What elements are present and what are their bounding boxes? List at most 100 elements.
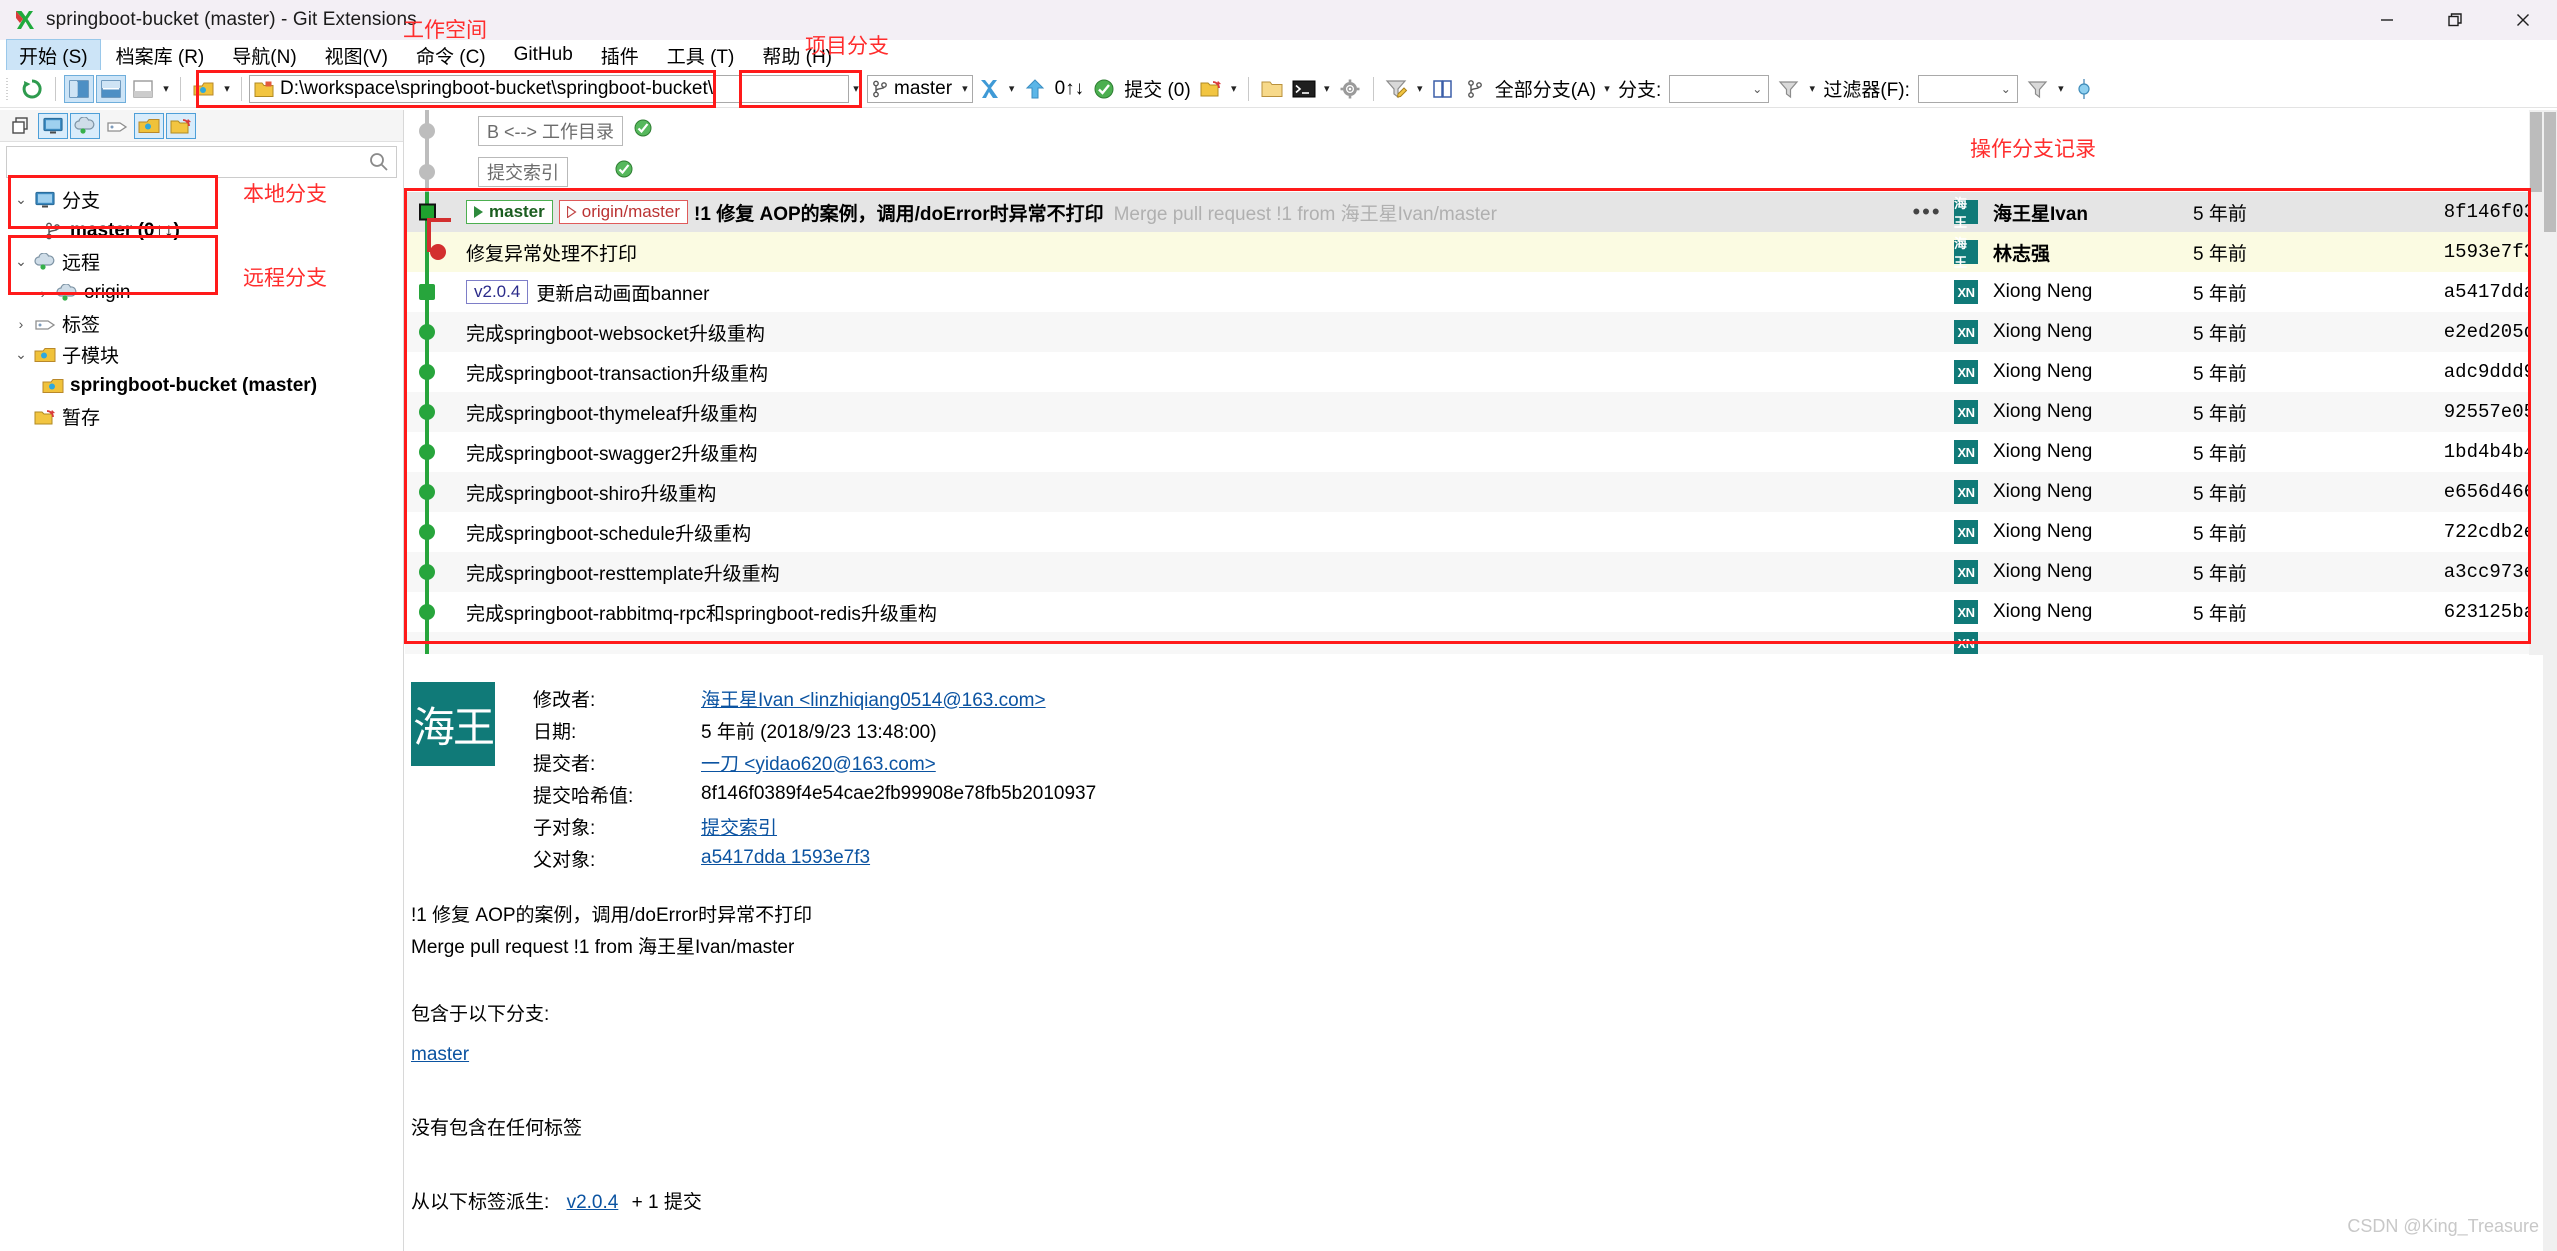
- toolbar-grip[interactable]: [6, 77, 12, 100]
- chevron-down-icon-submodules[interactable]: ⌄: [10, 346, 32, 363]
- menu-tools[interactable]: 工具 (T): [654, 39, 748, 72]
- table-row[interactable]: 完成springboot-rabbitmq-rpc和springboot-red…: [405, 592, 2543, 632]
- sidebar-item-submodules[interactable]: ⌄ 子模块: [10, 339, 403, 370]
- detail-value-author[interactable]: 海王星Ivan <linzhiqiang0514@163.com>: [701, 685, 1046, 712]
- detail-value-committer[interactable]: 一刀 <yidao620@163.com>: [701, 749, 936, 776]
- menu-navigate[interactable]: 导航(N): [219, 39, 309, 72]
- pull-dropdown-caret-icon[interactable]: ▾: [1005, 75, 1019, 103]
- table-row[interactable]: 修复异常处理不打印 海王 林志强 5 年前 1593e7f3: [405, 218, 2543, 272]
- terminal-icon[interactable]: [1289, 75, 1319, 103]
- table-row[interactable]: 完成springboot-transaction升级重构 XN Xiong Ne…: [405, 352, 2543, 392]
- minimize-button[interactable]: [2353, 0, 2421, 40]
- chevron-down-icon-remotes[interactable]: ⌄: [10, 253, 32, 270]
- commit-button-label[interactable]: 提交 (0): [1124, 75, 1191, 102]
- main-window-scrollbar-thumb[interactable]: [2544, 112, 2556, 232]
- branch-filter-funnel-icon[interactable]: [1774, 75, 1804, 103]
- contained-branch-link[interactable]: master: [411, 1038, 469, 1072]
- chevron-right-icon-origin[interactable]: ›: [32, 285, 54, 301]
- path-dropdown-caret-icon[interactable]: ▾: [849, 75, 863, 103]
- all-branches-label[interactable]: 全部分支(A): [1495, 75, 1596, 102]
- filter-funnel-icon[interactable]: [1382, 75, 1412, 103]
- settings-gear-icon[interactable]: [1335, 75, 1365, 103]
- menu-plugins[interactable]: 插件: [588, 39, 652, 72]
- submodule-icon[interactable]: [189, 75, 219, 103]
- sidebar-item-branches[interactable]: ⌄ 分支: [10, 184, 403, 215]
- pull-icon[interactable]: [974, 75, 1004, 103]
- commit-grid-scrollbar-thumb[interactable]: [2530, 112, 2542, 192]
- collapse-all-icon[interactable]: [6, 113, 36, 139]
- table-row-partial[interactable]: XN: [405, 632, 2543, 654]
- commit-subject: 完成springboot-websocket升级重构: [466, 323, 765, 345]
- menu-commands[interactable]: 命令 (C): [403, 39, 499, 72]
- menu-repository[interactable]: 档案库 (R): [103, 39, 218, 72]
- show-branches-icon[interactable]: [38, 112, 68, 139]
- ref-badge-remote[interactable]: origin/master: [558, 200, 689, 224]
- show-stashes-icon[interactable]: [166, 112, 196, 139]
- contained-in-tags-section: 没有包含在任何标签: [411, 1112, 2543, 1146]
- repository-path-field[interactable]: D:\workspace\springboot-bucket\springboo…: [249, 74, 849, 103]
- sidebar-item-tags[interactable]: › 标签: [10, 308, 403, 339]
- menu-github[interactable]: GitHub: [501, 41, 586, 69]
- branch-filter-combo[interactable]: ⌄: [1669, 74, 1770, 103]
- commit-grid-scrollbar[interactable]: [2529, 110, 2543, 655]
- filter-dropdown-caret-icon[interactable]: ▾: [1413, 75, 1427, 103]
- working-directory-row[interactable]: B <--> 工作目录: [405, 110, 2543, 151]
- stash-dropdown-caret-icon[interactable]: ▾: [1227, 75, 1241, 103]
- sidebar-item-remotes[interactable]: ⌄ 远程: [10, 246, 403, 277]
- filter2-caret-icon[interactable]: ▾: [2054, 75, 2068, 103]
- sidebar-item-submodule-springboot-bucket[interactable]: springboot-bucket (master): [10, 370, 403, 401]
- table-row[interactable]: v2.0.4 更新启动画面banner XN Xiong Neng 5 年前 a…: [405, 272, 2543, 312]
- terminal-dropdown-caret-icon[interactable]: ▾: [1320, 75, 1334, 103]
- sidebar-search-input[interactable]: [6, 146, 397, 178]
- all-branches-caret-icon[interactable]: ▾: [1600, 75, 1614, 103]
- layout-vertical-icon[interactable]: [64, 74, 94, 103]
- book-icon[interactable]: [1428, 75, 1458, 103]
- row-menu-button[interactable]: •••: [1905, 201, 1949, 223]
- menu-view[interactable]: 视图(V): [312, 39, 401, 72]
- submodule-dropdown-caret-icon[interactable]: ▾: [220, 75, 234, 103]
- refresh-icon[interactable]: [17, 75, 47, 103]
- sidebar-item-stash[interactable]: 暂存: [10, 401, 403, 432]
- table-row[interactable]: 完成springboot-shiro升级重构 XN Xiong Neng 5 年…: [405, 472, 2543, 512]
- chevron-down-icon[interactable]: ⌄: [10, 191, 32, 208]
- show-submodules-icon[interactable]: [134, 112, 164, 139]
- detail-field-committer: 提交者: 一刀 <yidao620@163.com>: [533, 746, 1096, 778]
- open-folder-icon[interactable]: [1257, 75, 1287, 103]
- commit-check-icon[interactable]: [1089, 75, 1119, 103]
- filter-funnel2-icon[interactable]: [2023, 75, 2053, 103]
- filter-combo[interactable]: ⌄: [1917, 74, 2018, 103]
- table-row[interactable]: 完成springboot-resttemplate升级重构 XN Xiong N…: [405, 552, 2543, 592]
- maximize-button[interactable]: [2421, 0, 2489, 40]
- detail-value-children[interactable]: 提交索引: [701, 813, 777, 840]
- detail-label-committer: 提交者:: [533, 753, 596, 775]
- commit-index-row[interactable]: 提交索引: [405, 151, 2543, 192]
- layout-dropdown-caret-icon[interactable]: ▾: [159, 75, 173, 103]
- avatar: XN: [1949, 480, 1983, 504]
- ref-badge-local[interactable]: master: [466, 200, 553, 224]
- derived-tag-link[interactable]: v2.0.4: [567, 1192, 619, 1213]
- chevron-right-icon-tags[interactable]: ›: [10, 316, 32, 332]
- table-row[interactable]: 完成springboot-swagger2升级重构 XN Xiong Neng …: [405, 432, 2543, 472]
- tag-badge[interactable]: v2.0.4: [466, 280, 529, 304]
- sidebar-item-origin[interactable]: › origin: [10, 277, 403, 308]
- sidebar-item-master-branch[interactable]: master (0↑↓): [10, 215, 403, 246]
- table-row[interactable]: 完成springboot-thymeleaf升级重构 XN Xiong Neng…: [405, 392, 2543, 432]
- layout-horizontal-icon[interactable]: [96, 74, 126, 103]
- stash-icon[interactable]: [1196, 75, 1226, 103]
- layout-single-icon[interactable]: [128, 75, 158, 103]
- branch-filter-caret-icon[interactable]: ▾: [1805, 75, 1819, 103]
- show-remotes-icon[interactable]: [70, 112, 100, 139]
- close-button[interactable]: [2489, 0, 2557, 40]
- detail-value-parents[interactable]: a5417dda 1593e7f3: [701, 847, 870, 869]
- current-branch-selector[interactable]: master ▾: [867, 74, 973, 103]
- push-icon[interactable]: [1020, 75, 1050, 103]
- menu-help[interactable]: 帮助 (H): [749, 39, 845, 72]
- table-row[interactable]: 完成springboot-websocket升级重构 XN Xiong Neng…: [405, 312, 2543, 352]
- main-window-scrollbar[interactable]: [2543, 110, 2557, 1251]
- pin-icon[interactable]: [2069, 75, 2099, 103]
- all-branches-icon[interactable]: [1460, 75, 1490, 103]
- table-row[interactable]: 完成springboot-schedule升级重构 XN Xiong Neng …: [405, 512, 2543, 552]
- menu-start[interactable]: 开始 (S): [6, 38, 101, 72]
- show-tags-icon[interactable]: [102, 113, 132, 139]
- table-row[interactable]: master origin/master !1 修复 AOP的案例，调用/doE…: [405, 192, 2543, 232]
